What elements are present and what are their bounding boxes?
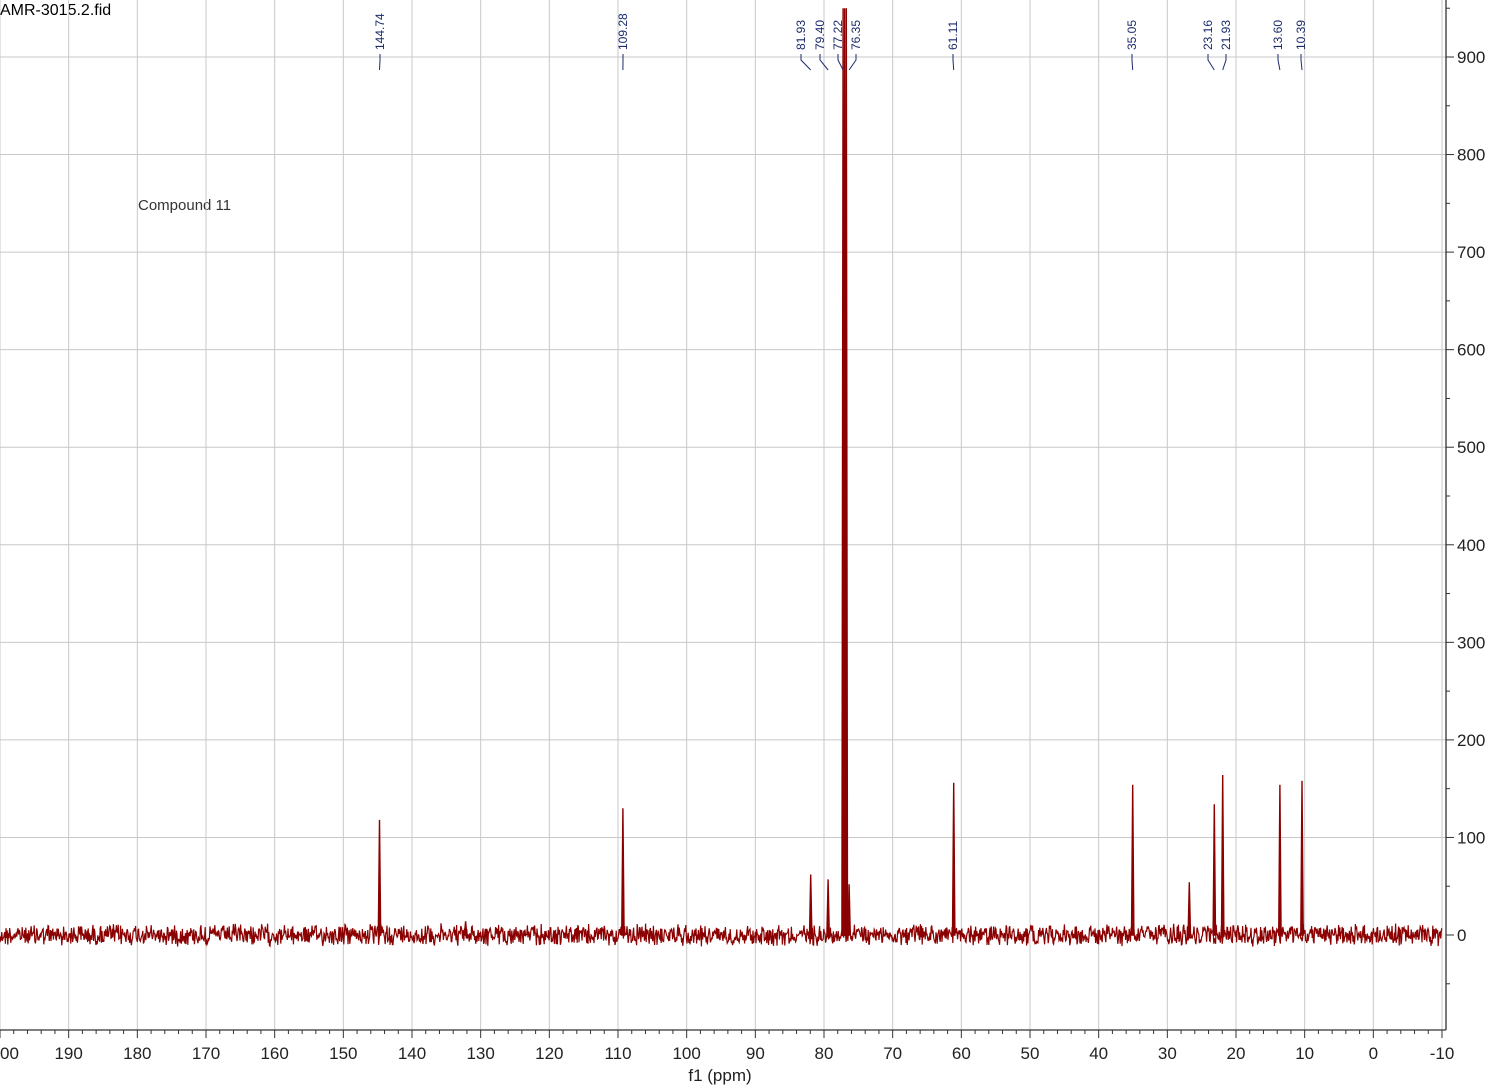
y-tick-label: 200 — [1457, 731, 1485, 750]
spectrum-peak — [620, 808, 625, 936]
x-tick-label: 40 — [1089, 1044, 1108, 1063]
spectrum-peak — [847, 884, 852, 936]
x-tick-label: 110 — [604, 1044, 631, 1063]
peak-label: 77.22 — [831, 20, 845, 50]
peak-label-connector — [952, 54, 955, 71]
x-tick-label: 100 — [672, 1044, 700, 1063]
peak-label: 109.28 — [616, 13, 630, 50]
y-tick-label: 900 — [1457, 48, 1485, 67]
peak-label: 79.40 — [813, 20, 827, 50]
x-tick-label: 180 — [123, 1044, 151, 1063]
x-tick-label: 00 — [0, 1044, 19, 1063]
peak-label-connector — [1207, 54, 1215, 71]
axes: 00 190 180 170 160 150 140 130 120 110 100 90 80 70 60… — [0, 0, 1485, 1063]
peak-label: 144.74 — [373, 13, 387, 50]
peak-label: 35.05 — [1125, 20, 1139, 50]
x-tick-label: 150 — [329, 1044, 357, 1063]
x-tick-label: 20 — [1227, 1044, 1246, 1063]
x-tick-label: 30 — [1158, 1044, 1177, 1063]
x-tick-label: 120 — [535, 1044, 563, 1063]
x-tick-label: 90 — [746, 1044, 765, 1063]
peak-label: 21.93 — [1219, 20, 1233, 50]
x-tick-label: 140 — [398, 1044, 426, 1063]
baseline-noise — [0, 922, 1443, 948]
y-tick-label: 700 — [1457, 243, 1485, 262]
x-tick-label: 50 — [1021, 1044, 1040, 1063]
peak-label-connector — [1300, 54, 1303, 71]
x-axis-label: f1 (ppm) — [688, 1066, 751, 1085]
x-tick-label: -10 — [1430, 1044, 1455, 1063]
x-tick-label: 130 — [466, 1044, 494, 1063]
y-tick-label: 400 — [1457, 536, 1485, 555]
spectrum-peak — [1300, 780, 1304, 936]
spectrum-peak — [844, 8, 849, 936]
x-tick-label: 170 — [192, 1044, 220, 1063]
peak-label: 13.60 — [1271, 20, 1285, 50]
y-tick-label: 300 — [1457, 633, 1485, 652]
spectrum-peak — [826, 879, 831, 936]
spectrum-peak — [377, 819, 382, 936]
spectrum-peak — [1187, 882, 1192, 936]
peak-label-connector — [1277, 54, 1281, 71]
x-tick-label: 10 — [1295, 1044, 1314, 1063]
x-tick-label: 160 — [260, 1044, 288, 1063]
peak-label: 81.93 — [794, 20, 808, 50]
y-tick-label: 600 — [1457, 341, 1485, 360]
spectrum-peak — [463, 921, 468, 936]
nmr-spectrum-chart: 00 190 180 170 160 150 140 130 120 110 100 90 80 70 60… — [0, 0, 1485, 1085]
x-tick-label: 190 — [54, 1044, 82, 1063]
x-tick-label: 60 — [952, 1044, 971, 1063]
spectrum-peak — [1130, 784, 1135, 936]
y-tick-label: 500 — [1457, 438, 1485, 457]
spectrum-peak — [1212, 804, 1217, 936]
spectrum-peak — [1220, 774, 1225, 936]
peak-label: 76.35 — [849, 20, 863, 50]
peak-label-connector — [1222, 54, 1227, 71]
spectrum-peak — [808, 874, 813, 936]
peak-label: 61.11 — [946, 21, 960, 50]
spectrum-trace — [0, 8, 1443, 948]
peak-label-connector — [1131, 54, 1134, 71]
grid-lines — [0, 0, 1446, 1030]
peak-label-connector — [848, 54, 857, 71]
peak-label: 23.16 — [1201, 20, 1215, 50]
y-tick-label: 100 — [1457, 828, 1485, 847]
y-tick-label: 800 — [1457, 146, 1485, 165]
peak-label: 10.39 — [1294, 20, 1308, 50]
spectrum-peak — [1277, 784, 1282, 936]
x-tick-label: 0 — [1369, 1044, 1378, 1063]
spectrum-peak — [951, 782, 956, 936]
y-tick-label: 0 — [1457, 926, 1466, 945]
peak-label-connector — [379, 54, 381, 71]
x-tick-label: 80 — [815, 1044, 834, 1063]
peak-label-connector — [800, 54, 812, 71]
x-tick-label: 70 — [883, 1044, 902, 1063]
